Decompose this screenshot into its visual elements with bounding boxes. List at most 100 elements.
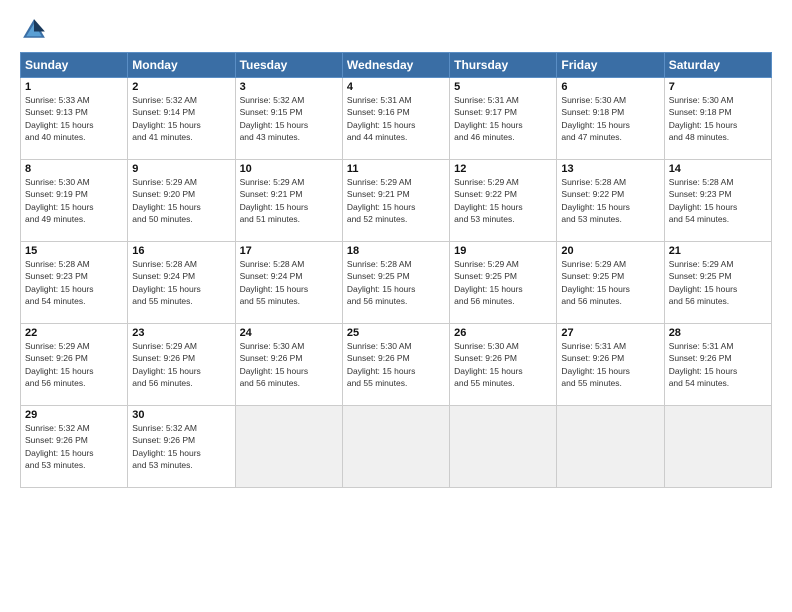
day-info: Sunrise: 5:29 AM Sunset: 9:25 PM Dayligh… [454,258,552,307]
calendar-table: SundayMondayTuesdayWednesdayThursdayFrid… [20,52,772,488]
weekday-friday: Friday [557,53,664,78]
day-number: 16 [132,245,230,257]
day-info: Sunrise: 5:29 AM Sunset: 9:21 PM Dayligh… [240,176,338,225]
day-number: 24 [240,327,338,339]
day-number: 21 [669,245,767,257]
day-info: Sunrise: 5:28 AM Sunset: 9:25 PM Dayligh… [347,258,445,307]
calendar-cell: 8Sunrise: 5:30 AM Sunset: 9:19 PM Daylig… [21,160,128,242]
day-number: 1 [25,81,123,93]
calendar-cell: 7Sunrise: 5:30 AM Sunset: 9:18 PM Daylig… [664,78,771,160]
day-info: Sunrise: 5:30 AM Sunset: 9:26 PM Dayligh… [240,340,338,389]
calendar-cell [557,406,664,488]
day-number: 10 [240,163,338,175]
day-number: 14 [669,163,767,175]
calendar-cell [235,406,342,488]
calendar-cell: 21Sunrise: 5:29 AM Sunset: 9:25 PM Dayli… [664,242,771,324]
weekday-thursday: Thursday [450,53,557,78]
weekday-monday: Monday [128,53,235,78]
day-number: 26 [454,327,552,339]
header [20,16,772,44]
calendar-cell: 30Sunrise: 5:32 AM Sunset: 9:26 PM Dayli… [128,406,235,488]
calendar-cell [450,406,557,488]
day-info: Sunrise: 5:31 AM Sunset: 9:26 PM Dayligh… [669,340,767,389]
day-number: 18 [347,245,445,257]
calendar-cell: 29Sunrise: 5:32 AM Sunset: 9:26 PM Dayli… [21,406,128,488]
calendar-cell: 22Sunrise: 5:29 AM Sunset: 9:26 PM Dayli… [21,324,128,406]
calendar-cell: 20Sunrise: 5:29 AM Sunset: 9:25 PM Dayli… [557,242,664,324]
day-info: Sunrise: 5:30 AM Sunset: 9:26 PM Dayligh… [347,340,445,389]
day-info: Sunrise: 5:32 AM Sunset: 9:15 PM Dayligh… [240,94,338,143]
day-info: Sunrise: 5:31 AM Sunset: 9:26 PM Dayligh… [561,340,659,389]
calendar-cell: 1Sunrise: 5:33 AM Sunset: 9:13 PM Daylig… [21,78,128,160]
calendar-cell: 3Sunrise: 5:32 AM Sunset: 9:15 PM Daylig… [235,78,342,160]
day-info: Sunrise: 5:29 AM Sunset: 9:25 PM Dayligh… [669,258,767,307]
calendar-cell: 4Sunrise: 5:31 AM Sunset: 9:16 PM Daylig… [342,78,449,160]
calendar-cell: 18Sunrise: 5:28 AM Sunset: 9:25 PM Dayli… [342,242,449,324]
calendar-cell: 14Sunrise: 5:28 AM Sunset: 9:23 PM Dayli… [664,160,771,242]
calendar-cell: 13Sunrise: 5:28 AM Sunset: 9:22 PM Dayli… [557,160,664,242]
day-info: Sunrise: 5:28 AM Sunset: 9:23 PM Dayligh… [25,258,123,307]
day-info: Sunrise: 5:29 AM Sunset: 9:25 PM Dayligh… [561,258,659,307]
day-info: Sunrise: 5:29 AM Sunset: 9:20 PM Dayligh… [132,176,230,225]
calendar-cell: 24Sunrise: 5:30 AM Sunset: 9:26 PM Dayli… [235,324,342,406]
logo-icon [20,16,48,44]
day-number: 20 [561,245,659,257]
day-info: Sunrise: 5:32 AM Sunset: 9:14 PM Dayligh… [132,94,230,143]
day-info: Sunrise: 5:29 AM Sunset: 9:26 PM Dayligh… [132,340,230,389]
week-row-1: 1Sunrise: 5:33 AM Sunset: 9:13 PM Daylig… [21,78,772,160]
day-number: 13 [561,163,659,175]
weekday-tuesday: Tuesday [235,53,342,78]
calendar-cell [664,406,771,488]
day-info: Sunrise: 5:32 AM Sunset: 9:26 PM Dayligh… [132,422,230,471]
day-info: Sunrise: 5:30 AM Sunset: 9:18 PM Dayligh… [561,94,659,143]
day-number: 4 [347,81,445,93]
day-info: Sunrise: 5:29 AM Sunset: 9:22 PM Dayligh… [454,176,552,225]
calendar-cell: 27Sunrise: 5:31 AM Sunset: 9:26 PM Dayli… [557,324,664,406]
calendar-cell: 17Sunrise: 5:28 AM Sunset: 9:24 PM Dayli… [235,242,342,324]
day-number: 30 [132,409,230,421]
calendar-cell: 10Sunrise: 5:29 AM Sunset: 9:21 PM Dayli… [235,160,342,242]
calendar-cell: 5Sunrise: 5:31 AM Sunset: 9:17 PM Daylig… [450,78,557,160]
day-number: 5 [454,81,552,93]
day-info: Sunrise: 5:29 AM Sunset: 9:21 PM Dayligh… [347,176,445,225]
calendar-cell [342,406,449,488]
calendar-cell: 2Sunrise: 5:32 AM Sunset: 9:14 PM Daylig… [128,78,235,160]
day-number: 9 [132,163,230,175]
day-info: Sunrise: 5:29 AM Sunset: 9:26 PM Dayligh… [25,340,123,389]
day-info: Sunrise: 5:28 AM Sunset: 9:23 PM Dayligh… [669,176,767,225]
day-number: 12 [454,163,552,175]
day-info: Sunrise: 5:28 AM Sunset: 9:22 PM Dayligh… [561,176,659,225]
day-number: 28 [669,327,767,339]
day-number: 6 [561,81,659,93]
calendar-cell: 26Sunrise: 5:30 AM Sunset: 9:26 PM Dayli… [450,324,557,406]
weekday-header-row: SundayMondayTuesdayWednesdayThursdayFrid… [21,53,772,78]
day-info: Sunrise: 5:30 AM Sunset: 9:18 PM Dayligh… [669,94,767,143]
calendar-cell: 15Sunrise: 5:28 AM Sunset: 9:23 PM Dayli… [21,242,128,324]
week-row-5: 29Sunrise: 5:32 AM Sunset: 9:26 PM Dayli… [21,406,772,488]
calendar-cell: 12Sunrise: 5:29 AM Sunset: 9:22 PM Dayli… [450,160,557,242]
calendar-cell: 28Sunrise: 5:31 AM Sunset: 9:26 PM Dayli… [664,324,771,406]
calendar-cell: 6Sunrise: 5:30 AM Sunset: 9:18 PM Daylig… [557,78,664,160]
calendar-cell: 9Sunrise: 5:29 AM Sunset: 9:20 PM Daylig… [128,160,235,242]
week-row-2: 8Sunrise: 5:30 AM Sunset: 9:19 PM Daylig… [21,160,772,242]
day-number: 19 [454,245,552,257]
week-row-3: 15Sunrise: 5:28 AM Sunset: 9:23 PM Dayli… [21,242,772,324]
day-number: 27 [561,327,659,339]
day-info: Sunrise: 5:32 AM Sunset: 9:26 PM Dayligh… [25,422,123,471]
day-info: Sunrise: 5:30 AM Sunset: 9:19 PM Dayligh… [25,176,123,225]
day-number: 22 [25,327,123,339]
day-number: 2 [132,81,230,93]
day-info: Sunrise: 5:28 AM Sunset: 9:24 PM Dayligh… [132,258,230,307]
day-number: 7 [669,81,767,93]
day-info: Sunrise: 5:31 AM Sunset: 9:16 PM Dayligh… [347,94,445,143]
weekday-sunday: Sunday [21,53,128,78]
weekday-wednesday: Wednesday [342,53,449,78]
weekday-saturday: Saturday [664,53,771,78]
day-info: Sunrise: 5:33 AM Sunset: 9:13 PM Dayligh… [25,94,123,143]
calendar-cell: 25Sunrise: 5:30 AM Sunset: 9:26 PM Dayli… [342,324,449,406]
calendar-cell: 23Sunrise: 5:29 AM Sunset: 9:26 PM Dayli… [128,324,235,406]
day-info: Sunrise: 5:28 AM Sunset: 9:24 PM Dayligh… [240,258,338,307]
calendar-cell: 11Sunrise: 5:29 AM Sunset: 9:21 PM Dayli… [342,160,449,242]
day-number: 23 [132,327,230,339]
day-number: 29 [25,409,123,421]
